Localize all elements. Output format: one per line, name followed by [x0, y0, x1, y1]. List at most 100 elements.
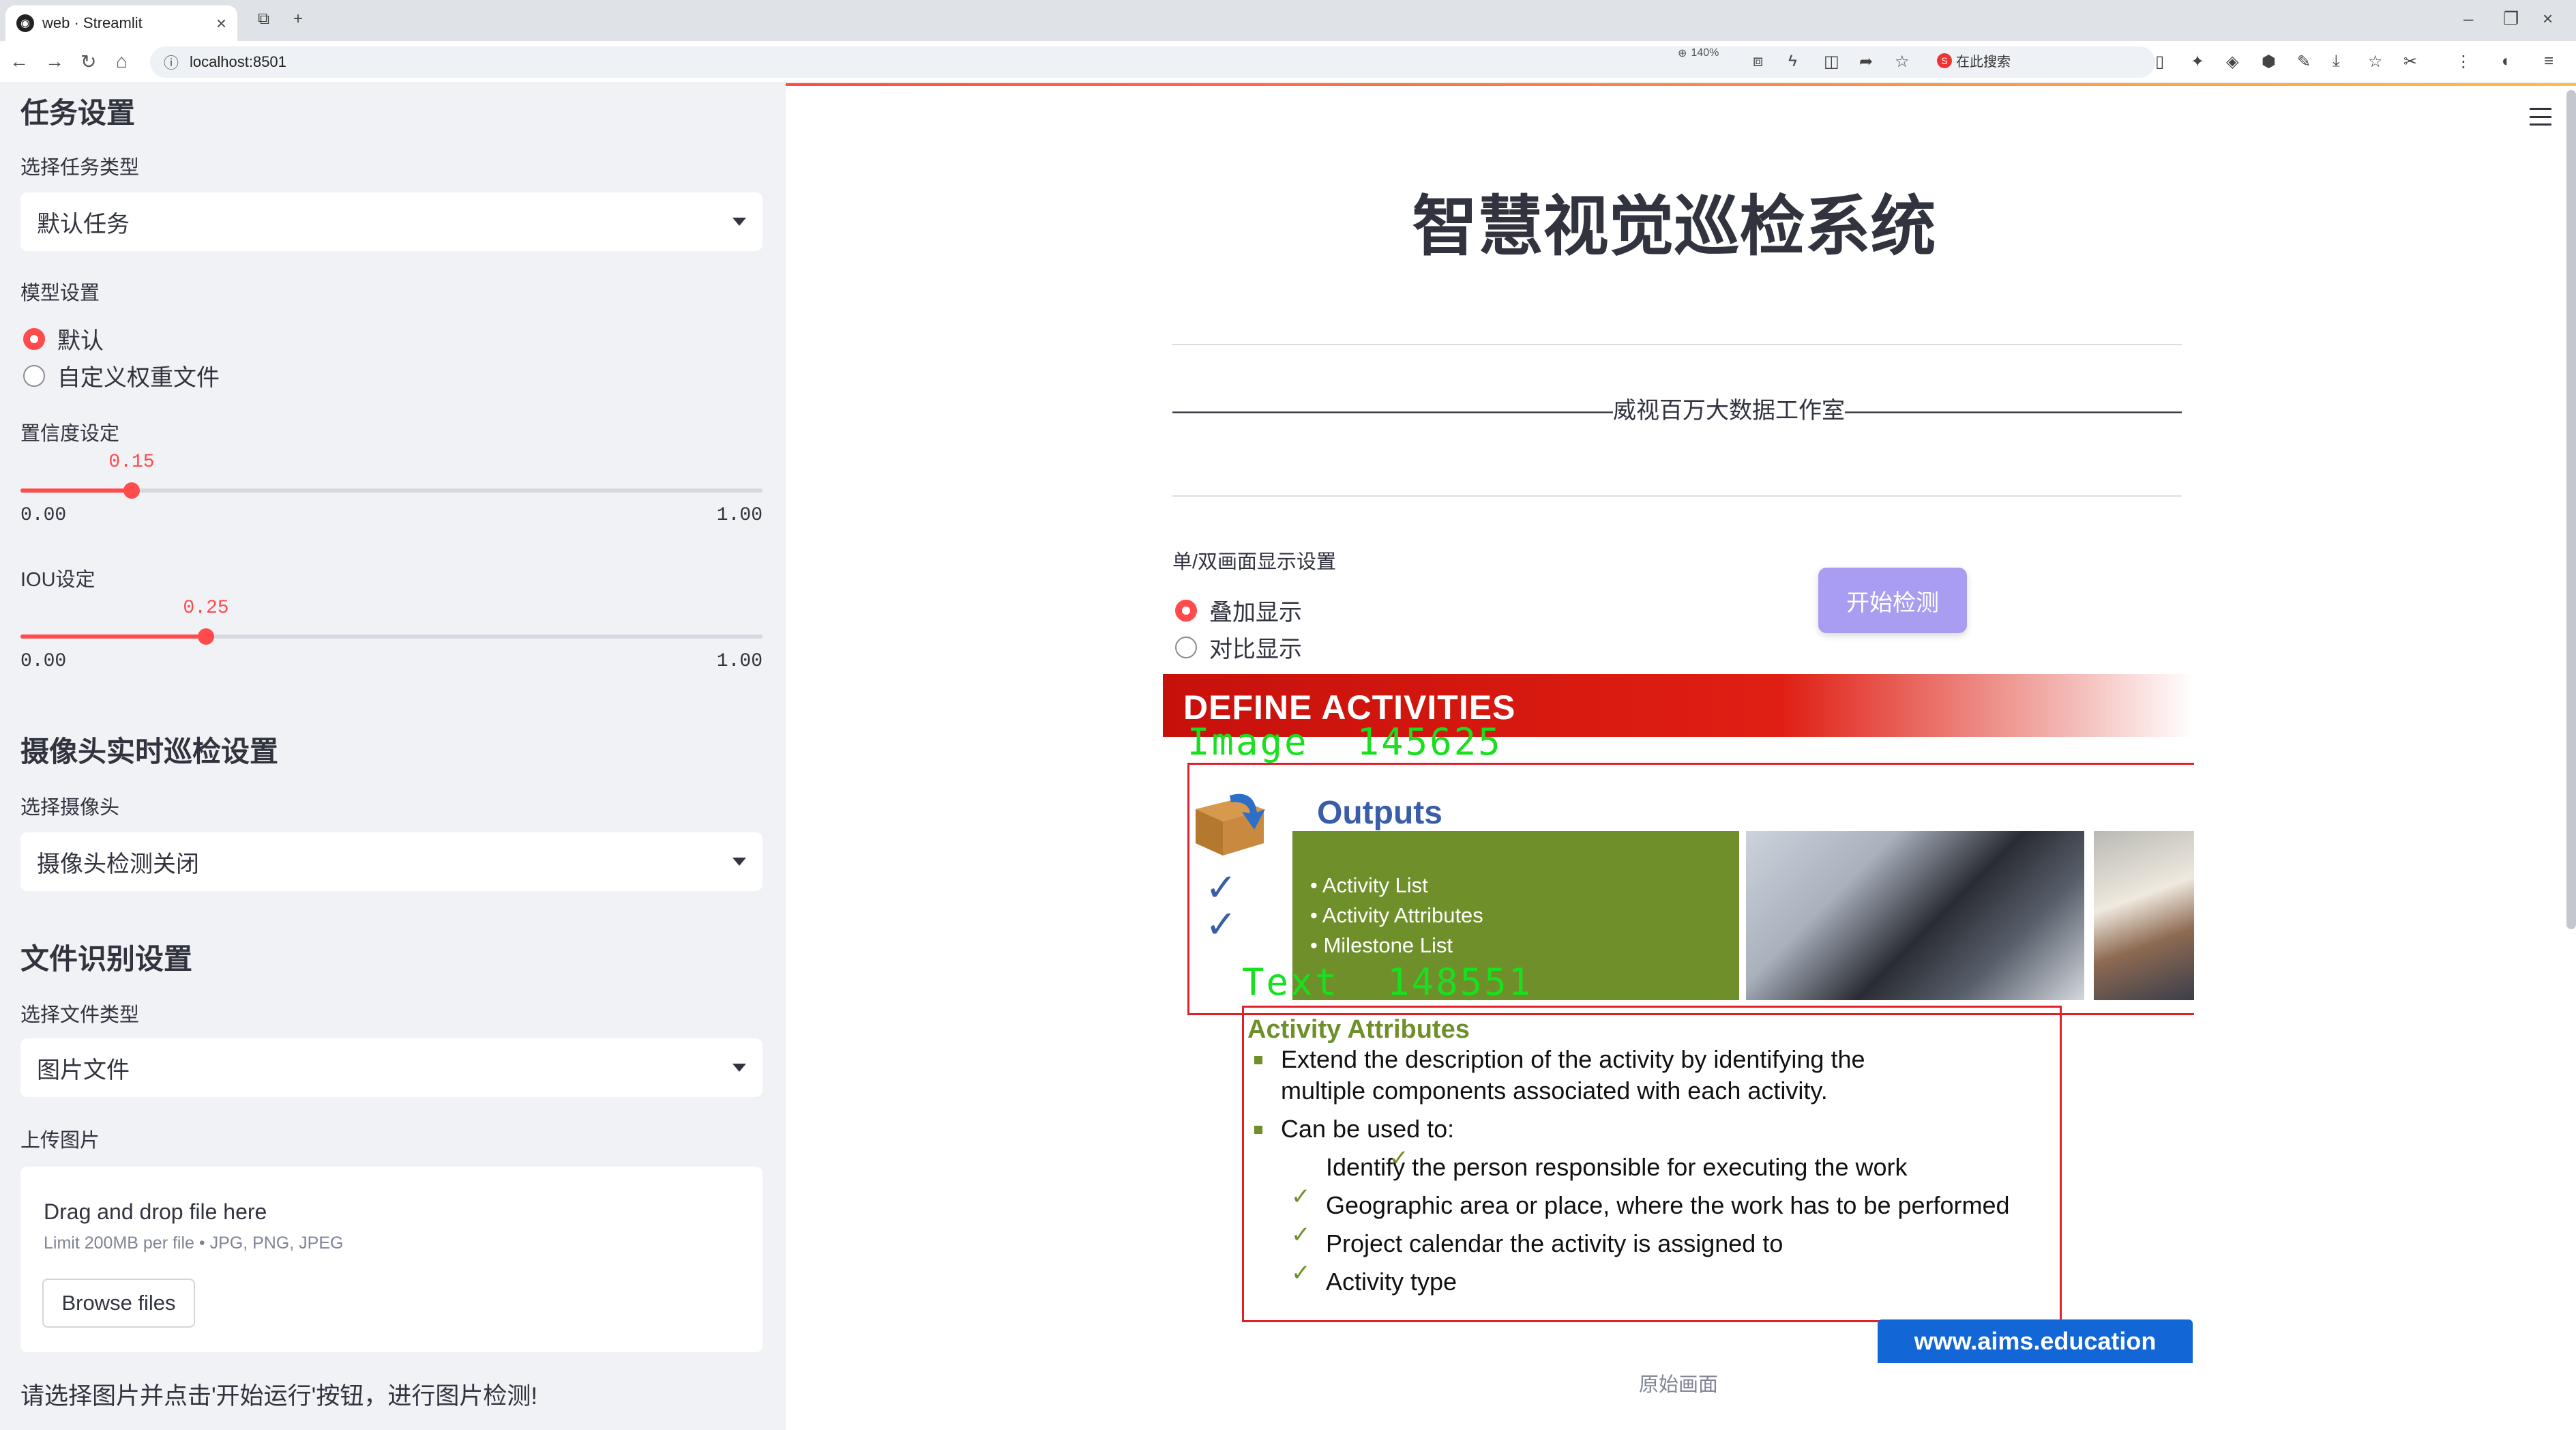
upload-label: 上传图片	[20, 1130, 100, 1152]
forward-icon[interactable]: →	[45, 50, 64, 72]
extension-icon[interactable]: ✎	[2297, 52, 2311, 72]
website-badge: www.aims.education	[1878, 1319, 2193, 1363]
detection-label-text: Text 148551	[1242, 961, 1533, 1004]
slider-min: 0.00	[20, 505, 67, 526]
model-radio-custom[interactable]: 自定义权重文件	[23, 359, 220, 392]
lightning-icon[interactable]: ϟ	[1788, 52, 1797, 71]
checkmark-icon: ✓	[1291, 1260, 1311, 1286]
file-type-select[interactable]: 图片文件	[20, 1038, 763, 1097]
file-type-label: 选择文件类型	[20, 1004, 140, 1026]
sub-item: Geographic area or place, where the work…	[1326, 1191, 2010, 1219]
tab-title: web · Streamlit	[42, 14, 143, 31]
slider-min: 0.00	[20, 651, 67, 672]
translate-icon[interactable]: ⧈	[1753, 52, 1763, 71]
scrollbar[interactable]	[2566, 90, 2576, 929]
file-dropzone[interactable]: Drag and drop file here Limit 200MB per …	[20, 1167, 763, 1352]
menu-icon[interactable]: ≡	[2544, 52, 2553, 71]
task-type-select[interactable]: 默认任务	[20, 192, 763, 251]
browser-search-box[interactable]: S 在此搜索	[1937, 50, 2011, 70]
tab-groups-icon[interactable]: ⧉	[258, 10, 269, 29]
url-field[interactable]: ⓘ localhost:8501	[150, 46, 2155, 78]
extension-icon[interactable]: ✦	[2191, 52, 2204, 72]
scissors-icon[interactable]: ✂	[2403, 52, 2417, 72]
divider	[1172, 344, 2182, 345]
radio-selected-icon[interactable]	[23, 327, 45, 350]
detection-label-image: Image 145625	[1187, 720, 1502, 763]
zoom-level: 140%	[1691, 47, 1719, 59]
slider-max: 1.00	[716, 505, 763, 526]
mobile-icon[interactable]: ▯	[2155, 52, 2164, 72]
display-radio-compare[interactable]: 对比显示	[1175, 630, 1302, 664]
display-radio-overlay[interactable]: 叠加显示	[1175, 594, 1302, 627]
slider-thumb[interactable]	[198, 628, 214, 645]
iou-label: IOU设定	[20, 569, 95, 591]
slider-thumb[interactable]	[123, 482, 140, 499]
sub-item: Project calendar the activity is assigne…	[1326, 1229, 1783, 1257]
page-title: 智慧视觉巡检系统	[1412, 190, 1936, 263]
photo-office	[2094, 831, 2194, 1000]
box-arrow-icon	[1196, 793, 1265, 856]
camera-label: 选择摄像头	[20, 797, 120, 819]
home-icon[interactable]: ⌂	[116, 50, 128, 72]
chevron-down-icon	[732, 218, 746, 226]
attribute-line: multiple components associated with each…	[1281, 1077, 1828, 1105]
radio-unselected-icon[interactable]	[1175, 636, 1197, 658]
instruction-note: 请选择图片并点击'开始运行'按钮，进行图片检测!	[20, 1383, 538, 1410]
file-type-value: 图片文件	[37, 1057, 130, 1083]
search-engine-icon: S	[1937, 53, 1952, 68]
more-icon[interactable]: ⋮	[2455, 52, 2472, 72]
bullet-icon	[1254, 1126, 1262, 1134]
zoom-indicator[interactable]: ⊕ 140%	[1678, 46, 1719, 60]
url-text: localhost:8501	[190, 53, 286, 70]
sub-item: Identify the person responsible for exec…	[1326, 1153, 1908, 1181]
screenshot-icon[interactable]: ◫	[1824, 52, 1839, 72]
extension-icon[interactable]: ◈	[2226, 52, 2238, 72]
main-menu-icon[interactable]	[2530, 108, 2551, 126]
model-radio-default[interactable]: 默认	[23, 322, 104, 355]
camera-select[interactable]: 摄像头检测关闭	[20, 832, 763, 891]
display-mode-label: 单/双画面显示设置	[1172, 551, 1337, 573]
radio-label: 叠加显示	[1209, 600, 1302, 626]
browser-tab-bar: ◉ web · Streamlit × ⧉ + – ❐ ×	[0, 0, 2576, 41]
extension-icon[interactable]: ⬢	[2262, 52, 2276, 72]
close-window-icon[interactable]: ×	[2543, 8, 2553, 29]
streamlit-favicon-icon: ◉	[16, 14, 34, 32]
sub-item: Activity type	[1326, 1268, 1457, 1296]
sidebar: 任务设置 选择任务类型 默认任务 模型设置 默认 自定义权重文件 置信度设定 0…	[0, 83, 786, 1430]
main-content: 智慧视觉巡检系统 ———————————————————威视百万大数据工作室——…	[786, 83, 2576, 1430]
confidence-label: 置信度设定	[20, 423, 120, 445]
confidence-slider[interactable]: 0.15 0.00 1.00	[20, 452, 763, 526]
radio-label: 自定义权重文件	[57, 365, 220, 391]
search-placeholder: 在此搜索	[1956, 55, 2011, 70]
bullet-icon	[1254, 1056, 1262, 1064]
header-decoration	[786, 83, 2576, 86]
checkmark-icon: ✓	[1291, 1222, 1311, 1248]
minimize-icon[interactable]: –	[2463, 8, 2473, 29]
bookmark-star-icon[interactable]: ☆	[1895, 52, 1910, 72]
restore-icon[interactable]: ❐	[2503, 8, 2519, 29]
radio-label: 对比显示	[1209, 637, 1302, 662]
browse-files-button[interactable]: Browse files	[42, 1279, 195, 1328]
radio-selected-icon[interactable]	[1175, 599, 1197, 622]
browser-tab[interactable]: ◉ web · Streamlit ×	[5, 5, 237, 41]
slider-max: 1.00	[716, 651, 763, 672]
outputs-list-item: • Activity Attributes	[1310, 903, 1483, 927]
outputs-list: • Activity List • Activity Attributes • …	[1310, 871, 1483, 961]
share-icon[interactable]: ➦	[1859, 52, 1873, 72]
favorites-icon[interactable]: ☆	[2368, 52, 2383, 72]
task-type-label: 选择任务类型	[20, 157, 140, 179]
close-tab-icon[interactable]: ×	[216, 13, 226, 34]
slider-value: 0.15	[108, 452, 155, 473]
back-icon[interactable]: ←	[10, 50, 29, 72]
site-info-icon[interactable]: ⓘ	[164, 51, 179, 73]
zoom-icon: ⊕	[1678, 48, 1687, 59]
avatar[interactable]: ◐	[2502, 52, 2512, 71]
slider-fill	[20, 488, 132, 493]
download-icon[interactable]: ⤓	[2333, 52, 2340, 71]
start-detection-button[interactable]: 开始检测	[1818, 568, 1967, 633]
radio-unselected-icon[interactable]	[23, 364, 45, 387]
iou-slider[interactable]: 0.25 0.00 1.00	[20, 598, 763, 672]
reload-icon[interactable]: ↻	[80, 50, 96, 73]
new-tab-icon[interactable]: +	[293, 10, 303, 29]
attribute-line: Extend the description of the activity b…	[1281, 1045, 1865, 1073]
